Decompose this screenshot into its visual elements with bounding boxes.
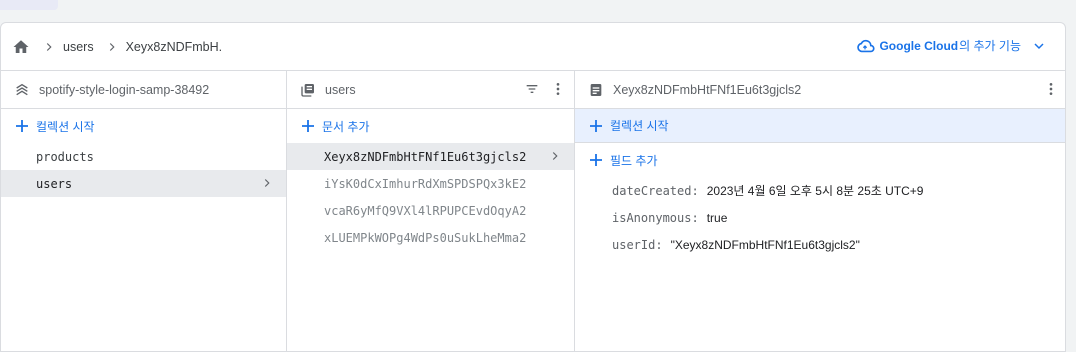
start-collection-label: 컬렉션 시작 — [36, 119, 95, 134]
field-colon: : — [655, 237, 663, 252]
chevron-right-icon — [41, 39, 57, 55]
more-vert-icon[interactable] — [550, 81, 566, 97]
breadcrumb-item-users[interactable]: users — [63, 40, 94, 54]
project-title: spotify-style-login-samp-38492 — [39, 82, 210, 97]
collection-label: users — [36, 176, 73, 191]
root-collections-column: spotify-style-login-samp-38492 컬렉션 시작 pr… — [1, 71, 287, 351]
breadcrumb: users Xeyx8zNDFmbH. Google Cloud 의 추가 기능 — [1, 23, 1065, 71]
database-layers-icon — [13, 81, 31, 99]
field-value: "Xeyx8zNDFmbHtFNf1Eu6t3gjcls2" — [670, 237, 860, 252]
start-collection-button[interactable]: 컬렉션 시작 — [1, 109, 286, 143]
column-header: Xeyx8zNDFmbHtFNf1Eu6t3gjcls2 — [575, 71, 1065, 109]
document-fields-column: Xeyx8zNDFmbHtFNf1Eu6t3gjcls2 컬렉션 시작 필드 추… — [575, 71, 1065, 351]
chevron-right-icon — [104, 39, 120, 55]
document-item[interactable]: Xeyx8zNDFmbHtFNf1Eu6t3gjcls2 — [287, 143, 574, 170]
field-colon: : — [691, 210, 699, 225]
home-icon[interactable] — [11, 37, 31, 57]
document-title: Xeyx8zNDFmbHtFNf1Eu6t3gjcls2 — [613, 82, 802, 97]
field-value: 2023년 4월 6일 오후 5시 8분 25초 UTC+9 — [706, 184, 924, 198]
documents-column: users 문서 추가 Xeyx8zNDFmbHtFNf1Eu6t3gjcls2… — [287, 71, 575, 351]
field-key: userId — [612, 237, 656, 252]
cloud-icon — [857, 39, 875, 52]
collection-icon — [299, 81, 317, 99]
start-subcollection-button[interactable]: 컬렉션 시작 — [575, 109, 1065, 143]
chevron-right-icon — [552, 152, 558, 160]
add-field-button[interactable]: 필드 추가 — [575, 143, 1065, 177]
document-item[interactable]: iYsK0dCxImhurRdXmSPDSPQx3kE2 — [287, 170, 574, 197]
chevron-down-icon — [1034, 42, 1044, 49]
collection-label: products — [36, 149, 94, 164]
document-item[interactable]: vcaR6yMfQ9VXl4lRPUPCEvdOqyA2 — [287, 197, 574, 224]
filter-icon[interactable] — [524, 81, 540, 97]
plus-icon — [16, 120, 28, 132]
document-id: vcaR6yMfQ9VXl4lRPUPCEvdOqyA2 — [324, 203, 527, 218]
field-key: isAnonymous — [612, 210, 692, 225]
field-value: true — [706, 210, 728, 225]
field-colon: : — [691, 183, 699, 198]
add-document-label: 문서 추가 — [322, 119, 370, 134]
field-row-userid[interactable]: userId: "Xeyx8zNDFmbHtFNf1Eu6t3gjcls2" — [575, 231, 1065, 258]
google-cloud-menu[interactable]: Google Cloud 의 추가 기능 — [855, 37, 1047, 54]
firestore-data-panel: users Xeyx8zNDFmbH. Google Cloud 의 추가 기능… — [0, 22, 1066, 352]
field-key: dateCreated — [612, 183, 692, 198]
collection-item-users[interactable]: users — [1, 170, 286, 197]
plus-icon — [302, 120, 314, 132]
document-id: xLUEMPkWOPg4WdPs0uSukLheMma2 — [324, 230, 527, 245]
document-item[interactable]: xLUEMPkWOPg4WdPs0uSukLheMma2 — [287, 224, 574, 251]
google-cloud-suffix: 의 추가 기능 — [959, 39, 1021, 53]
document-id: iYsK0dCxImhurRdXmSPDSPQx3kE2 — [324, 176, 527, 191]
add-document-button[interactable]: 문서 추가 — [287, 109, 574, 143]
add-field-label: 필드 추가 — [610, 153, 658, 168]
collection-title: users — [325, 82, 356, 97]
chevron-right-icon — [264, 179, 270, 187]
more-vert-icon[interactable] — [1043, 81, 1059, 97]
plus-icon — [590, 154, 602, 166]
field-row-isanonymous[interactable]: isAnonymous: true — [575, 204, 1065, 231]
field-row-datecreated[interactable]: dateCreated: 2023년 4월 6일 오후 5시 8분 25초 UT… — [575, 177, 1065, 204]
collection-item-products[interactable]: products — [1, 143, 286, 170]
column-header: spotify-style-login-samp-38492 — [1, 71, 286, 109]
plus-icon — [590, 119, 602, 132]
document-id: Xeyx8zNDFmbHtFNf1Eu6t3gjcls2 — [324, 149, 527, 164]
google-cloud-label: Google Cloud — [879, 38, 959, 53]
document-icon — [587, 81, 605, 99]
column-header: users — [287, 71, 574, 109]
top-tab-strip — [0, 0, 58, 10]
breadcrumb-item-document[interactable]: Xeyx8zNDFmbH. — [126, 40, 223, 54]
start-subcollection-label: 컬렉션 시작 — [610, 119, 669, 133]
